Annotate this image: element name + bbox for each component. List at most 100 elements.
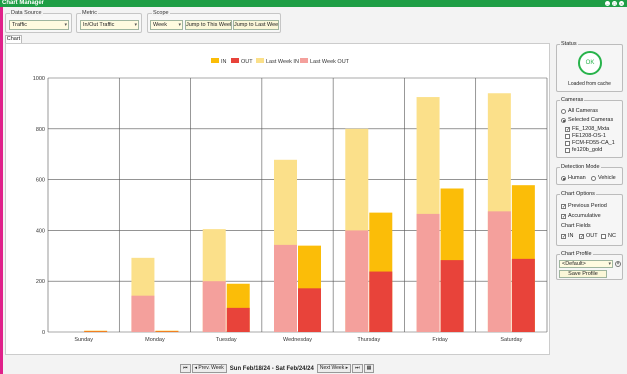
chart-options-label: Chart Options: [560, 191, 596, 197]
scope-value: Week: [153, 22, 167, 28]
vehicle-radio[interactable]: [591, 175, 596, 181]
calendar-icon[interactable]: ▦: [363, 364, 375, 373]
detection-mode-label: Detection Mode: [560, 164, 601, 170]
maximize-icon[interactable]: □: [612, 1, 617, 6]
data-source-value: Traffic: [12, 22, 27, 28]
chevron-down-icon: ▾: [608, 261, 611, 267]
bar-out: [155, 331, 179, 332]
chevron-down-icon: ▾: [178, 22, 181, 28]
x-tick-label: Friday: [432, 337, 448, 343]
x-tick-label: Saturday: [500, 337, 522, 343]
camera-item[interactable]: ✓ FE_1208_Mxta: [565, 126, 609, 132]
chart-options-group: Chart Options ✓ Previous Period ✓ Accumu…: [556, 191, 623, 246]
y-tick-label: 600: [36, 178, 45, 184]
camera-item[interactable]: FE1208-OS-1: [565, 133, 606, 139]
save-profile-button[interactable]: Save Profile: [559, 270, 607, 278]
selected-cameras-label: Selected Cameras: [568, 117, 614, 123]
scope-select[interactable]: Week ▾: [150, 20, 183, 30]
nc-checkbox[interactable]: [601, 233, 606, 239]
next-week-button[interactable]: Next Week ▸: [316, 364, 352, 373]
metric-select[interactable]: In/Out Traffic ▾: [80, 20, 139, 30]
camera-checkbox[interactable]: [565, 147, 570, 153]
previous-period-option[interactable]: ✓ Previous Period: [561, 203, 607, 209]
legend-swatch: [300, 58, 308, 63]
camera-checkbox[interactable]: ✓: [565, 126, 570, 132]
scope-group: Scope Week ▾ Jump to This Week Jump to L…: [147, 10, 281, 33]
jump-last-week-button[interactable]: Jump to Last Week: [233, 20, 279, 30]
legend-label: Last Week OUT: [310, 59, 350, 65]
previous-period-checkbox[interactable]: ✓: [561, 203, 566, 209]
legend-swatch: [231, 58, 239, 63]
in-field-option[interactable]: ✓ IN: [561, 233, 574, 239]
jump-this-week-button[interactable]: Jump to This Week: [185, 20, 232, 30]
minimize-icon[interactable]: –: [605, 1, 610, 6]
tab-chart[interactable]: Chart: [5, 35, 22, 43]
legend-label: IN: [221, 59, 227, 65]
selected-cameras-radio[interactable]: [561, 117, 566, 123]
bar-last-week-out: [274, 244, 297, 332]
bar-out: [369, 271, 393, 332]
bar-out: [440, 260, 464, 332]
metric-value: In/Out Traffic: [83, 22, 115, 28]
date-range-label: Sun Feb/18/24 - Sat Feb/24/24: [229, 365, 314, 372]
close-icon[interactable]: ×: [619, 1, 624, 6]
accumulative-option[interactable]: ✓ Accumulative: [561, 213, 601, 219]
metric-label: Metric: [81, 10, 98, 16]
status-group: Status OK Loaded from cache: [556, 41, 623, 92]
vehicle-option[interactable]: Vehicle: [591, 175, 616, 181]
first-week-button[interactable]: ⏮: [180, 364, 191, 373]
legend-label: OUT: [241, 59, 253, 65]
y-tick-label: 400: [36, 228, 45, 234]
window-controls: – □ ×: [605, 0, 624, 7]
y-tick-label: 800: [36, 127, 45, 133]
nc-field-option[interactable]: NC: [601, 233, 616, 239]
metric-group: Metric In/Out Traffic ▾: [76, 10, 142, 33]
all-cameras-option[interactable]: All Cameras: [561, 108, 598, 114]
window-titlebar: Chart Manager: [0, 0, 627, 7]
human-radio[interactable]: [561, 175, 566, 181]
chart-profile-group: Chart Profile <Default> ▾ × Save Profile: [556, 251, 623, 280]
last-week-button[interactable]: ⏭: [352, 364, 363, 373]
human-label: Human: [568, 175, 586, 181]
camera-item[interactable]: fe120b_gold: [565, 147, 602, 153]
data-source-select[interactable]: Traffic ▾: [9, 20, 69, 30]
all-cameras-radio[interactable]: [561, 108, 566, 114]
in-checkbox[interactable]: ✓: [561, 233, 566, 239]
delete-profile-icon[interactable]: ×: [615, 261, 621, 267]
window-title: Chart Manager: [2, 0, 45, 6]
human-option[interactable]: Human: [561, 175, 586, 181]
prev-week-button[interactable]: ◂ Prev. Week: [191, 364, 227, 373]
status-label: Status: [560, 41, 578, 47]
data-source-group: Data Source Traffic ▾: [5, 10, 72, 33]
scope-label: Scope: [152, 10, 170, 16]
camera-item[interactable]: FCM-FD55-CA_1: [565, 140, 615, 146]
out-field-option[interactable]: ✓ OUT: [579, 233, 598, 239]
bar-out: [511, 258, 535, 332]
x-tick-label: Sunday: [74, 337, 93, 343]
camera-checkbox[interactable]: [565, 133, 570, 139]
bar-last-week-out: [345, 230, 369, 332]
chart-profile-label: Chart Profile: [560, 251, 593, 257]
accumulative-checkbox[interactable]: ✓: [561, 213, 566, 219]
bar-last-week-out: [487, 211, 511, 332]
status-ok-indicator: OK: [578, 51, 602, 75]
vehicle-label: Vehicle: [598, 175, 616, 181]
cameras-label: Cameras: [560, 97, 585, 103]
selected-cameras-option[interactable]: Selected Cameras: [561, 117, 613, 123]
chevron-down-icon: ▾: [134, 22, 137, 28]
chevron-down-icon: ▾: [64, 22, 67, 28]
previous-period-label: Previous Period: [568, 203, 607, 209]
out-checkbox[interactable]: ✓: [579, 233, 584, 239]
profile-select[interactable]: <Default> ▾: [559, 260, 613, 268]
chart-pane: IN OUT Last Week IN Last Week OUT 0 200 400 600…: [5, 43, 550, 355]
detection-mode-group: Detection Mode Human Vehicle: [556, 164, 623, 185]
camera-name: fe120b_gold: [572, 147, 603, 153]
camera-checkbox[interactable]: [565, 140, 570, 146]
bar-last-week-out: [202, 281, 226, 332]
data-source-label: Data Source: [10, 10, 43, 16]
y-tick-label: 200: [36, 279, 45, 285]
legend-label: Last Week IN: [266, 59, 299, 65]
all-cameras-label: All Cameras: [568, 108, 598, 114]
x-tick-label: Thursday: [357, 337, 380, 343]
bar-last-week-out: [416, 213, 440, 332]
